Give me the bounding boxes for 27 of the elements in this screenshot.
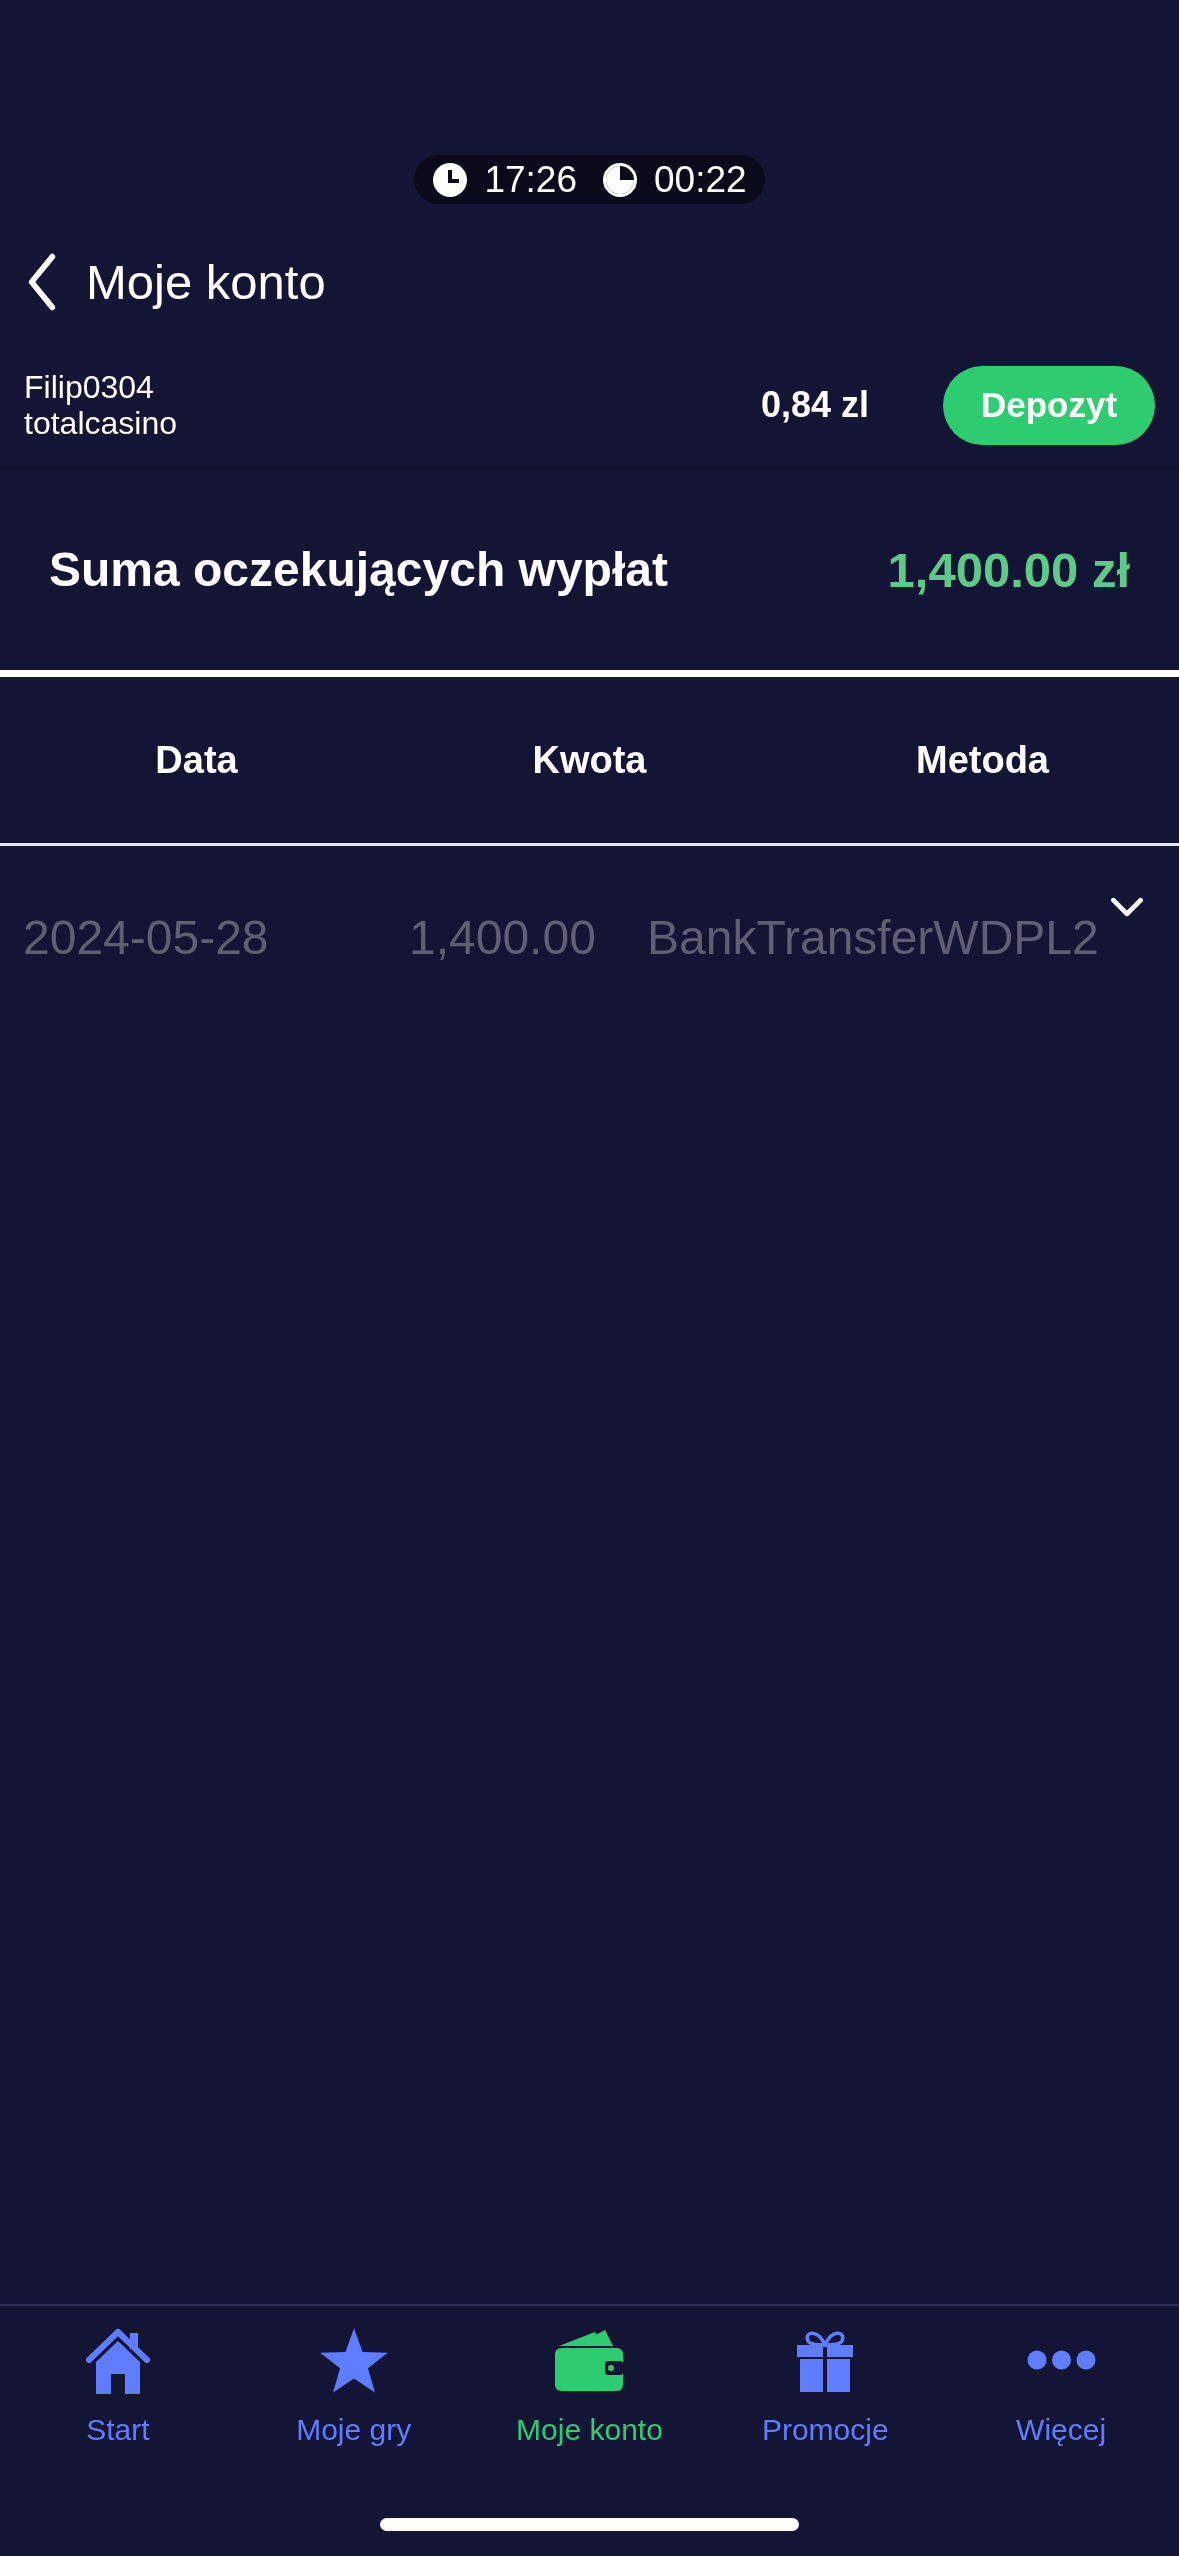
table-cell-text: 1,400.00 bbox=[409, 910, 597, 966]
chevron-left-icon[interactable] bbox=[28, 253, 56, 311]
pie-icon bbox=[603, 162, 637, 197]
tab-bar-item[interactable]: Moje gry bbox=[296, 2326, 412, 2448]
table-cell-text: BankTransferWDPL2 bbox=[647, 910, 1099, 966]
table-cell-text: 2024-05-28 bbox=[23, 910, 270, 966]
tab-bar-item[interactable]: Promocje bbox=[761, 2326, 889, 2448]
clock-icon bbox=[433, 162, 468, 197]
wallet-icon bbox=[555, 2329, 624, 2391]
tab-bar-item[interactable]: Moje konto bbox=[516, 2326, 663, 2448]
balance-amount: 0,84 zl bbox=[760, 384, 869, 426]
star-icon bbox=[319, 2327, 388, 2393]
chevron-down-icon[interactable] bbox=[1109, 897, 1144, 918]
clock-time: 17:26 bbox=[484, 159, 577, 200]
column-header: Kwota bbox=[532, 738, 647, 782]
pending-total: 1,400.00 zł bbox=[887, 541, 1130, 598]
column-header: Data bbox=[155, 738, 238, 782]
tab-bar-item[interactable]: Więcej bbox=[1016, 2326, 1107, 2448]
session-time: 00:22 bbox=[654, 159, 747, 200]
username: Filip0304 bbox=[24, 369, 154, 405]
home-icon bbox=[84, 2326, 151, 2394]
column-header: Metoda bbox=[916, 738, 1049, 782]
pending-label: Suma oczekujących wypłat bbox=[49, 542, 668, 597]
dots-icon bbox=[1026, 2350, 1096, 2370]
page-title: Moje konto bbox=[86, 254, 326, 310]
site-name: totalcasino bbox=[24, 405, 177, 441]
tab-bar-item[interactable]: Start bbox=[84, 2326, 151, 2448]
